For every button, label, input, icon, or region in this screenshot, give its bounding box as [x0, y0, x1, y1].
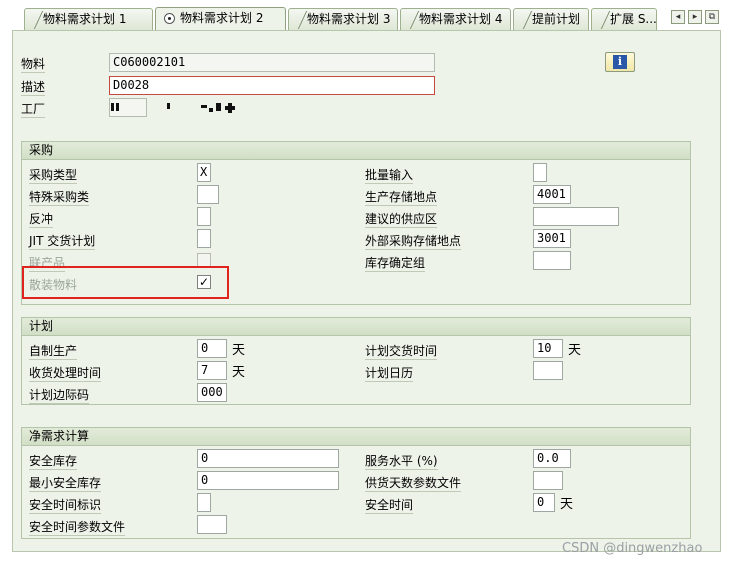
safety-time-ind-label: 安全时间标识 [29, 498, 102, 514]
tab-separator-icon [289, 11, 308, 29]
procurement-group-title: 采购 [22, 142, 690, 160]
tab-label: 物料需求计划 2 [180, 11, 264, 25]
highlight-box [22, 266, 229, 299]
safety-stock-label: 安全库存 [29, 454, 78, 470]
tab-next-icon[interactable]: ▸ [688, 10, 702, 24]
calendar-field[interactable] [533, 361, 563, 380]
tab-label: 提前计划 [532, 12, 581, 26]
plant-field[interactable] [109, 98, 147, 117]
service-level-field[interactable]: 0.0 [533, 449, 571, 468]
safety-time-label: 安全时间 [365, 498, 414, 514]
tab-separator-icon [25, 11, 44, 29]
redaction-mark [111, 103, 114, 111]
redaction-mark [216, 103, 221, 111]
coverage-profile-field[interactable] [533, 471, 563, 490]
tab-separator-icon [514, 11, 533, 29]
description-label: 描述 [21, 80, 46, 96]
tab-separator-icon [401, 11, 420, 29]
tab-mrp2[interactable]: 物料需求计划 2 [155, 7, 286, 31]
planned-delivery-unit: 天 [568, 343, 582, 358]
tab-strip: 物料需求计划 1 物料需求计划 2 物料需求计划 3 物料需求计划 4 提前计划… [0, 0, 734, 31]
gr-time-label: 收货处理时间 [29, 366, 102, 382]
redaction-mark [167, 103, 170, 109]
gr-time-field[interactable]: 7 [197, 361, 227, 380]
planned-delivery-field[interactable]: 10 [533, 339, 563, 358]
info-icon: i [613, 55, 627, 69]
planning-group: 计划 [21, 317, 691, 405]
inhouse-unit: 天 [232, 343, 246, 358]
tab-mrp3[interactable]: 物料需求计划 3 [288, 8, 398, 30]
sm-key-field[interactable]: 000 [197, 383, 227, 402]
backflush-label: 反冲 [29, 212, 54, 228]
tab-mrp4[interactable]: 物料需求计划 4 [400, 8, 511, 30]
inhouse-field[interactable]: 0 [197, 339, 227, 358]
calendar-label: 计划日历 [365, 366, 414, 382]
tab-label: 物料需求计划 4 [419, 12, 503, 26]
tab-mrp1[interactable]: 物料需求计划 1 [24, 8, 153, 30]
inhouse-label: 自制生产 [29, 344, 78, 360]
gr-time-unit: 天 [232, 365, 246, 380]
material-field[interactable]: C060002101 [109, 53, 435, 72]
redaction-mark [228, 103, 232, 113]
safety-time-unit: 天 [560, 497, 574, 512]
stock-det-field[interactable] [533, 251, 571, 270]
special-procurement-field[interactable] [197, 185, 219, 204]
planning-group-title: 计划 [22, 318, 690, 336]
watermark: CSDN @dingwenzhao [562, 541, 703, 556]
tab-separator-icon [592, 11, 611, 29]
active-tab-radio-icon [164, 13, 175, 24]
info-button[interactable]: i [605, 52, 635, 72]
supply-area-field[interactable] [533, 207, 619, 226]
stock-det-label: 库存确定组 [365, 256, 426, 272]
safety-stock-field[interactable]: 0 [197, 449, 339, 468]
tab-list-icon[interactable]: ⧉ [705, 10, 719, 24]
procurement-type-label: 采购类型 [29, 168, 78, 184]
special-procurement-label: 特殊采购类 [29, 190, 90, 206]
redaction-mark [116, 103, 119, 111]
net-requirements-group-title: 净需求计算 [22, 428, 690, 446]
min-safety-stock-field[interactable]: 0 [197, 471, 339, 490]
safety-time-field[interactable]: 0 [533, 493, 555, 512]
redaction-mark [209, 108, 213, 112]
service-level-label: 服务水平 (%) [365, 454, 438, 470]
batch-entry-field[interactable] [533, 163, 547, 182]
tab-label: 物料需求计划 1 [43, 12, 127, 26]
prod-storage-label: 生产存储地点 [365, 190, 438, 206]
material-label: 物料 [21, 57, 46, 73]
ext-storage-label: 外部采购存储地点 [365, 234, 462, 250]
min-safety-stock-label: 最小安全库存 [29, 476, 102, 492]
supply-area-label: 建议的供应区 [365, 212, 438, 228]
coverage-profile-label: 供货天数参数文件 [365, 476, 462, 492]
tab-extended[interactable]: 扩展 S... [591, 8, 657, 30]
redaction-mark [201, 105, 207, 108]
safety-time-profile-field[interactable] [197, 515, 227, 534]
tab-label: 物料需求计划 3 [307, 12, 391, 26]
jit-label: JIT 交货计划 [29, 234, 96, 250]
plant-label: 工厂 [21, 102, 46, 118]
tab-prev-icon[interactable]: ◂ [671, 10, 685, 24]
safety-time-ind-field[interactable] [197, 493, 211, 512]
jit-field[interactable] [197, 229, 211, 248]
safety-time-profile-label: 安全时间参数文件 [29, 520, 126, 536]
description-field[interactable]: D0028 [109, 76, 435, 95]
sm-key-label: 计划边际码 [29, 388, 90, 404]
tab-forecast[interactable]: 提前计划 [513, 8, 589, 30]
coproduct-checkbox[interactable] [197, 253, 211, 267]
planned-delivery-label: 计划交货时间 [365, 344, 438, 360]
prod-storage-field[interactable]: 4001 [533, 185, 571, 204]
main-panel: 物料 C060002101 描述 D0028 工厂 i 采购 采购类型 X 特殊… [12, 30, 721, 552]
procurement-type-field[interactable]: X [197, 163, 211, 182]
backflush-field[interactable] [197, 207, 211, 226]
batch-entry-label: 批量输入 [365, 168, 414, 184]
tab-label: 扩展 S... [610, 12, 657, 26]
ext-storage-field[interactable]: 3001 [533, 229, 571, 248]
